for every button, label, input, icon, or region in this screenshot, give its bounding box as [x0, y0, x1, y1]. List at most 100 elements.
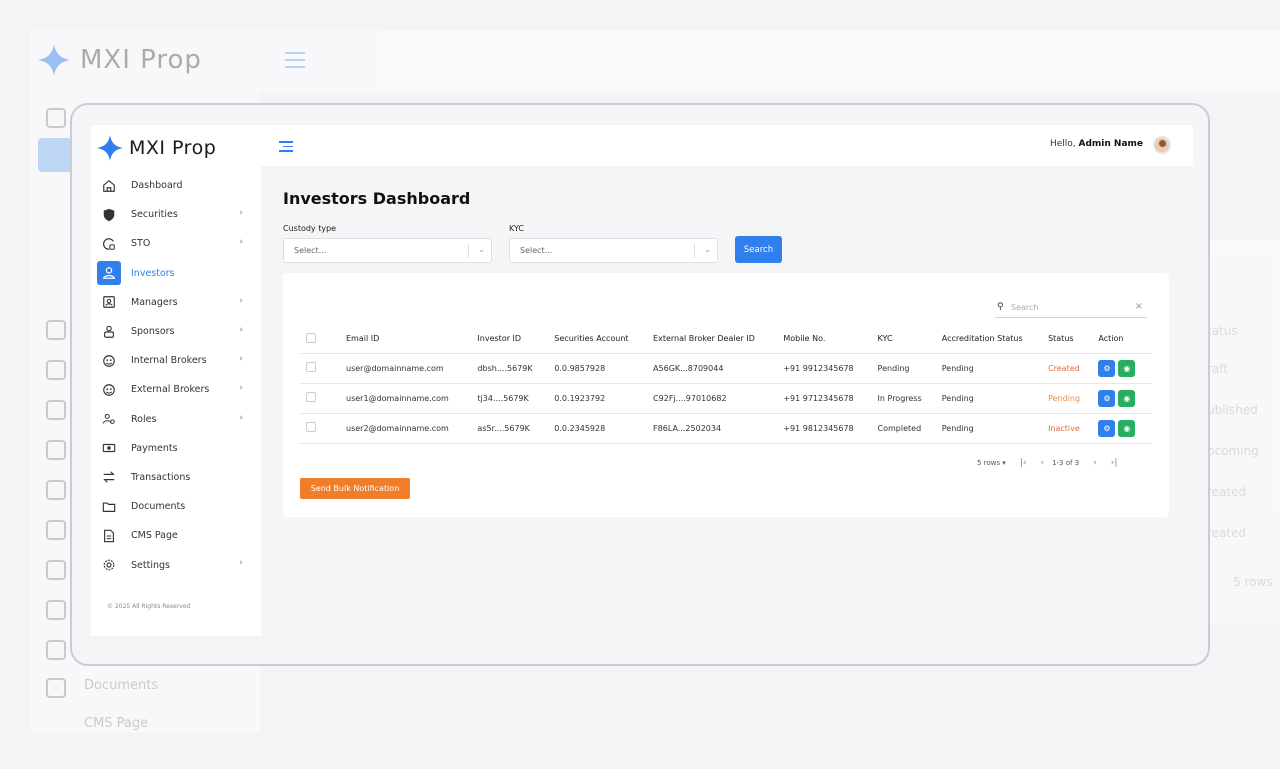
select-divider: [468, 244, 469, 258]
edit-button[interactable]: ⚙: [1098, 419, 1116, 437]
chevron-down-icon: ⌄: [704, 245, 711, 254]
view-button[interactable]: ◉: [1118, 419, 1136, 437]
column-header[interactable]: External Broker Dealer ID: [647, 325, 778, 354]
accreditation-cell: Pending: [935, 383, 1043, 414]
broker-icon: [97, 378, 121, 402]
sidebar-item-settings[interactable]: Settings ›: [97, 550, 255, 579]
folder-icon: [97, 495, 121, 519]
pagination: 5 rows ▾ |‹ ‹ 1-3 of 3 › ›|: [977, 458, 1117, 468]
kyc-select[interactable]: Select... ⌄: [509, 238, 718, 263]
sidebar-item-cms-page[interactable]: CMS Page: [97, 521, 255, 550]
sponsor-icon: [97, 320, 121, 344]
send-bulk-notification-button[interactable]: Send Bulk Notification: [300, 478, 410, 499]
sidebar-item-documents[interactable]: Documents: [97, 492, 255, 521]
user-icon: [97, 261, 121, 286]
avatar[interactable]: [1153, 136, 1171, 154]
action-cell: ⚙ ◉: [1092, 353, 1152, 384]
menu-toggle-icon[interactable]: [279, 141, 293, 155]
column-header[interactable]: Status: [1042, 325, 1093, 354]
view-button[interactable]: ◉: [1118, 359, 1136, 377]
investor-id-cell: as5r....5679K: [471, 413, 549, 444]
sidebar-item-sto[interactable]: STO ›: [97, 229, 255, 258]
bg-text: ublished: [1207, 403, 1258, 417]
column-header[interactable]: Securities Account: [548, 325, 648, 354]
securities-account-cell: 0.0.1923792: [548, 383, 648, 414]
sidebar-item-payments[interactable]: Payments: [97, 434, 255, 463]
prev-page-icon[interactable]: ‹: [1040, 458, 1044, 468]
investors-table: Email ID Investor ID Securities Account …: [300, 325, 1152, 444]
column-header[interactable]: Email ID: [340, 325, 472, 354]
id-badge-icon: [97, 290, 121, 314]
column-header[interactable]: Mobile No.: [777, 325, 872, 354]
view-button[interactable]: ◉: [1118, 389, 1136, 407]
sidebar-item-label: Managers: [131, 296, 178, 308]
sidebar-item-roles[interactable]: Roles ›: [97, 405, 255, 434]
sidebar-item-label: Internal Brokers: [131, 355, 207, 367]
app-name: MXI Prop: [129, 137, 217, 159]
next-page-icon[interactable]: ›: [1093, 458, 1097, 468]
mobile-cell: +91 9812345678: [777, 413, 872, 444]
bg-app-name: MXI Prop: [80, 45, 202, 75]
investors-table-card: ⚲ Search × Email ID Investor ID Securiti…: [283, 273, 1169, 517]
sidebar-item-label: STO: [131, 238, 151, 250]
table-search-input[interactable]: ⚲ Search ×: [995, 300, 1147, 318]
table-row: user1@domainname.com tj34....5679K 0.0.1…: [300, 383, 1152, 414]
sto-icon: [97, 232, 121, 256]
last-page-icon[interactable]: ›|: [1111, 458, 1118, 468]
bg-text: tatus: [1207, 324, 1238, 338]
bg-text: pcoming: [1207, 444, 1259, 458]
action-cell: ⚙ ◉: [1092, 413, 1152, 444]
status-badge: Created: [1042, 353, 1093, 384]
investor-id-cell: tj34....5679K: [471, 383, 549, 414]
logo[interactable]: MXI Prop: [97, 135, 216, 161]
users-icon: [97, 407, 121, 431]
broker-id-cell: F86LA...2502034: [647, 413, 778, 444]
topbar: Hello, Admin Name: [261, 125, 1193, 166]
broker-id-cell: C92Fj....97010682: [647, 383, 778, 414]
sidebar-nav: Dashboard Securities › STO › Investors M…: [97, 171, 255, 580]
chevron-right-icon: ›: [239, 295, 243, 306]
edit-button[interactable]: ⚙: [1098, 359, 1116, 377]
column-header: Action: [1092, 325, 1152, 354]
sidebar-item-external-brokers[interactable]: External Brokers ›: [97, 375, 255, 404]
column-header[interactable]: Investor ID: [471, 325, 549, 354]
search-button[interactable]: Search: [735, 236, 782, 263]
close-icon[interactable]: ×: [1135, 301, 1143, 312]
row-checkbox[interactable]: [306, 392, 316, 402]
sidebar-item-managers[interactable]: Managers ›: [97, 288, 255, 317]
row-checkbox[interactable]: [306, 362, 316, 372]
sidebar-item-label: Sponsors: [131, 326, 175, 338]
sidebar-item-dashboard[interactable]: Dashboard: [97, 171, 255, 200]
email-cell: user2@domainname.com: [340, 413, 472, 444]
row-select-cell: [300, 413, 340, 444]
accreditation-cell: Pending: [935, 353, 1043, 384]
custody-type-select[interactable]: Select... ⌄: [283, 238, 492, 263]
sidebar-item-internal-brokers[interactable]: Internal Brokers ›: [97, 346, 255, 375]
sidebar-item-transactions[interactable]: Transactions: [97, 463, 255, 492]
chevron-right-icon: ›: [239, 383, 243, 394]
mobile-cell: +91 9912345678: [777, 353, 872, 384]
bg-nav-label: CMS Page: [84, 716, 149, 731]
sidebar-item-label: Investors: [131, 267, 175, 279]
edit-button[interactable]: ⚙: [1098, 389, 1116, 407]
rows-per-page-select[interactable]: 5 rows ▾: [977, 459, 1006, 467]
sidebar-item-label: Dashboard: [131, 180, 183, 192]
transfer-icon: [97, 465, 121, 489]
sidebar-item-securities[interactable]: Securities ›: [97, 200, 255, 229]
sidebar-item-sponsors[interactable]: Sponsors ›: [97, 317, 255, 346]
column-header[interactable]: Accreditation Status: [935, 325, 1043, 354]
kyc-placeholder: Select...: [520, 246, 553, 255]
securities-account-cell: 0.0.9857928: [548, 353, 648, 384]
select-all-checkbox[interactable]: [306, 332, 316, 343]
column-header[interactable]: KYC: [871, 325, 936, 354]
gear-icon: [97, 553, 121, 577]
first-page-icon[interactable]: |‹: [1020, 458, 1027, 468]
bg-logo: MXI Prop: [38, 44, 202, 76]
user-name[interactable]: Admin Name: [1079, 139, 1144, 149]
row-checkbox[interactable]: [306, 422, 316, 432]
sidebar-item-investors[interactable]: Investors: [97, 259, 255, 288]
greeting: Hello, Admin Name: [1050, 139, 1143, 149]
rows-per-page-label: 5 rows: [977, 459, 1001, 467]
kyc-cell: Completed: [871, 413, 936, 444]
copyright: © 2025 All Rights Reserved: [107, 603, 191, 610]
